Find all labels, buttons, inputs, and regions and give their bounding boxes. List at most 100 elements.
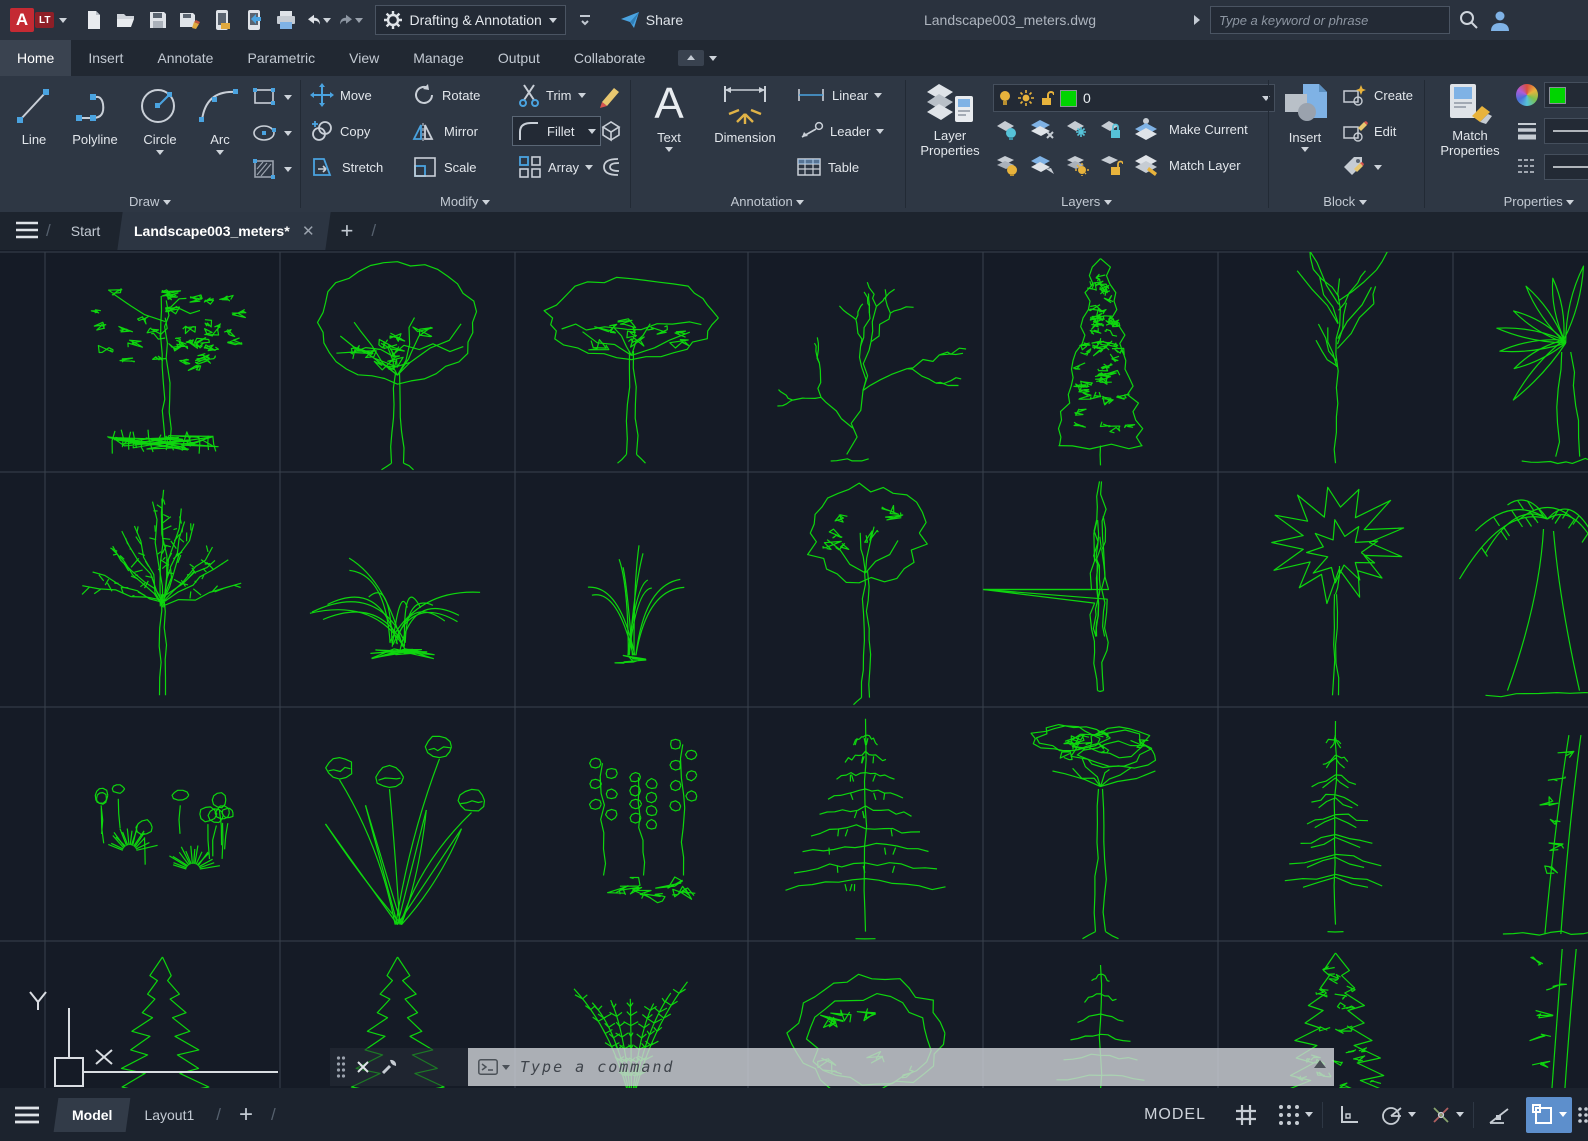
- fillet-button[interactable]: Fillet: [512, 116, 601, 146]
- ribbon-tab-manage[interactable]: Manage: [396, 40, 481, 76]
- move-button[interactable]: Move: [310, 82, 372, 108]
- leader-caret-icon[interactable]: [876, 129, 884, 134]
- dimension-button[interactable]: Dimension: [700, 80, 790, 145]
- panel-label-draw[interactable]: Draw: [0, 194, 300, 209]
- undo-caret-icon[interactable]: [323, 18, 331, 23]
- ribbon-tab-view[interactable]: View: [332, 40, 396, 76]
- toolbar-customize-icon[interactable]: [572, 7, 598, 33]
- panel-label-modify[interactable]: Modify: [300, 194, 630, 209]
- layer-thaw-icon[interactable]: [1065, 154, 1089, 176]
- user-account-icon[interactable]: [1490, 9, 1510, 31]
- array-caret-icon[interactable]: [585, 165, 593, 170]
- circle-button[interactable]: Circle: [132, 82, 188, 155]
- linear-button[interactable]: Linear: [796, 82, 882, 108]
- osnap-tracking-caret-icon[interactable]: [1456, 1112, 1464, 1117]
- ribbon-tab-collaborate[interactable]: Collaborate: [557, 40, 663, 76]
- fillet-caret-icon[interactable]: [588, 129, 596, 134]
- command-grip-icon[interactable]: [336, 1056, 346, 1078]
- object-snap-toggle[interactable]: [1526, 1097, 1572, 1133]
- file-tab-start[interactable]: Start: [57, 212, 115, 250]
- file-tab-active-document[interactable]: Landscape003_meters* ✕: [118, 212, 332, 250]
- command-input[interactable]: Type a command: [468, 1048, 1334, 1086]
- undo-button[interactable]: [305, 7, 331, 33]
- ellipse-caret-icon[interactable]: [284, 131, 292, 136]
- layer-on-icon[interactable]: [995, 154, 1019, 176]
- object-snap-tracking-toggle[interactable]: [1425, 1097, 1469, 1133]
- text-button[interactable]: A Text: [644, 80, 694, 152]
- linear-caret-icon[interactable]: [874, 93, 882, 98]
- new-layout-button[interactable]: +: [227, 1101, 265, 1129]
- isometric-toggle-cut[interactable]: [1576, 1097, 1588, 1133]
- layer-unisolate-icon[interactable]: [1029, 154, 1055, 176]
- save-as-button[interactable]: [177, 7, 203, 33]
- layer-isolate-icon[interactable]: [1029, 118, 1055, 140]
- array-button[interactable]: Array: [518, 154, 593, 180]
- layout1-tab[interactable]: Layout1: [128, 1098, 210, 1132]
- stretch-button[interactable]: Stretch: [310, 154, 383, 180]
- app-menu-button[interactable]: A LT: [10, 8, 67, 32]
- workspace-selector[interactable]: Drafting & Annotation: [375, 5, 565, 35]
- edit-block-button[interactable]: Edit: [1342, 118, 1396, 144]
- explode-button[interactable]: [598, 118, 624, 144]
- object-snap-caret-icon[interactable]: [1559, 1112, 1567, 1117]
- open-from-mobile-button[interactable]: [209, 7, 235, 33]
- redo-button[interactable]: [337, 7, 363, 33]
- hatch-button[interactable]: [252, 156, 292, 182]
- polyline-button[interactable]: Polyline: [62, 82, 128, 147]
- layer-freeze-icon[interactable]: [1065, 118, 1089, 140]
- trim-caret-icon[interactable]: [578, 93, 586, 98]
- layer-dropdown[interactable]: 0: [993, 84, 1275, 112]
- new-tab-button[interactable]: +: [329, 212, 366, 250]
- leader-button[interactable]: Leader: [796, 118, 884, 144]
- line-button[interactable]: Line: [8, 82, 60, 147]
- offset-button[interactable]: [598, 154, 624, 180]
- grid-toggle[interactable]: [1224, 1097, 1268, 1133]
- model-space-toggle[interactable]: MODEL: [1130, 1106, 1220, 1124]
- layer-sun-icon[interactable]: [1018, 90, 1034, 106]
- save-button[interactable]: [145, 7, 171, 33]
- layer-properties-button[interactable]: Layer Properties: [911, 80, 989, 158]
- match-properties-button[interactable]: Match Properties: [1432, 82, 1508, 158]
- save-to-mobile-button[interactable]: [241, 7, 267, 33]
- mirror-button[interactable]: Mirror: [412, 118, 478, 144]
- plot-button[interactable]: [273, 7, 299, 33]
- layer-unlock2-icon[interactable]: [1099, 154, 1123, 176]
- ribbon-tab-insert[interactable]: Insert: [71, 40, 140, 76]
- command-expand-icon[interactable]: [1314, 1060, 1326, 1068]
- arc-caret-icon[interactable]: [216, 150, 224, 155]
- ribbon-tab-annotate[interactable]: Annotate: [140, 40, 230, 76]
- file-tabs-menu-icon[interactable]: [14, 217, 40, 243]
- layer-lock-icon[interactable]: [1099, 118, 1123, 140]
- ortho-toggle[interactable]: [1327, 1097, 1371, 1133]
- make-current-label[interactable]: Make Current: [1169, 122, 1248, 137]
- rotate-button[interactable]: Rotate: [412, 82, 480, 108]
- search-expand-icon[interactable]: [1192, 13, 1202, 27]
- ellipse-button[interactable]: [252, 120, 292, 146]
- ribbon-minimize-button[interactable]: [670, 40, 725, 76]
- polar-caret-icon[interactable]: [1408, 1112, 1416, 1117]
- trim-button[interactable]: Trim: [518, 82, 586, 108]
- layer-color-swatch[interactable]: [1060, 90, 1077, 107]
- snap-toggle[interactable]: [1272, 1097, 1318, 1133]
- rectangle-button[interactable]: [252, 84, 292, 110]
- close-tab-icon[interactable]: ✕: [302, 222, 315, 240]
- layout-menu-icon[interactable]: [14, 1102, 40, 1128]
- snap-angle-toggle[interactable]: [1478, 1097, 1522, 1133]
- open-file-button[interactable]: [113, 7, 139, 33]
- copy-button[interactable]: Copy: [310, 118, 370, 144]
- match-layer-icon[interactable]: [1133, 153, 1159, 177]
- panel-label-annotation[interactable]: Annotation: [630, 194, 905, 209]
- search-icon[interactable]: [1458, 9, 1480, 31]
- lineweight-control[interactable]: [1516, 118, 1588, 144]
- command-wrench-icon[interactable]: [380, 1058, 398, 1076]
- panel-label-properties[interactable]: Properties: [1424, 194, 1588, 209]
- arc-button[interactable]: Arc: [196, 82, 244, 155]
- drawing-canvas[interactable]: [0, 250, 1588, 1088]
- command-close-icon[interactable]: [356, 1060, 370, 1074]
- ribbon-tab-home[interactable]: Home: [0, 40, 71, 76]
- ribbon-tab-parametric[interactable]: Parametric: [230, 40, 332, 76]
- insert-block-button[interactable]: Insert: [1276, 82, 1334, 152]
- erase-button[interactable]: [596, 82, 622, 108]
- share-button[interactable]: Share: [620, 11, 683, 29]
- layer-off-icon[interactable]: [995, 118, 1019, 140]
